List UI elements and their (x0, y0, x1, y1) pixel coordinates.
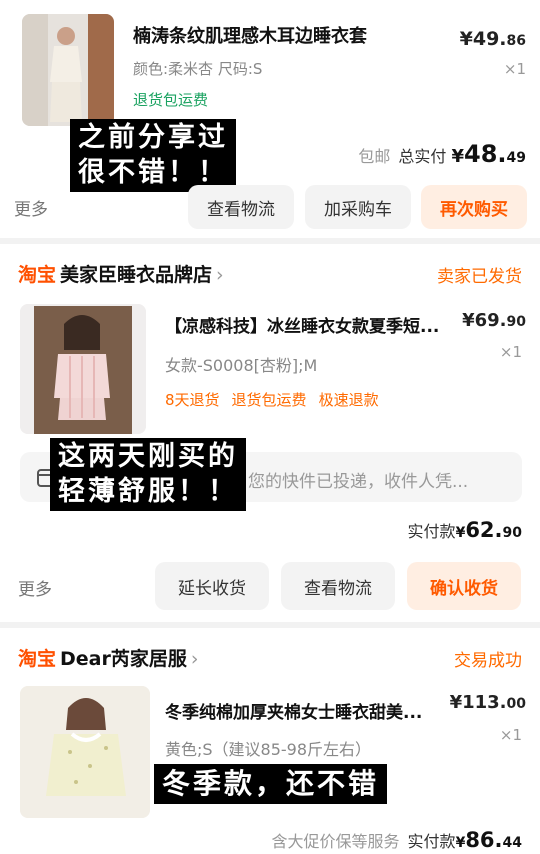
product-image-2[interactable] (20, 304, 146, 434)
product-spec-2: 女款-S0008[杏粉];M (165, 356, 318, 375)
buy-again-button[interactable]: 再次购买 (421, 185, 527, 229)
confirm-receipt-button[interactable]: 确认收货 (407, 562, 521, 610)
caption-overlay-1: 之前分享过 很不错！！ (70, 119, 236, 193)
product-price-1: ¥49.86 (459, 28, 526, 50)
shop-name-2[interactable]: 淘宝 美家臣睡衣品牌店 › (18, 260, 224, 287)
tag-8day-return: 8天退货 (165, 391, 220, 409)
order-total-2: 实付款¥62.90 (407, 518, 522, 542)
more-button-1[interactable]: 更多 (14, 195, 48, 220)
order-status-2: 卖家已发货 (437, 267, 522, 287)
more-button-2[interactable]: 更多 (18, 575, 52, 600)
product-spec-1: 颜色:柔米杏 尺码:S (133, 60, 263, 78)
tag-return-shipping: 退货包运费 (231, 391, 307, 409)
product-title-3[interactable]: 冬季纯棉加厚夹棉女士睡衣甜美... (165, 698, 422, 723)
product-tags-1: 退货包运费 (133, 89, 208, 110)
product-title-2[interactable]: 【凉感科技】冰丝睡衣女款夏季短... (165, 312, 439, 337)
product-price-3: ¥113.00 (449, 692, 526, 713)
product-qty-1: ×1 (503, 60, 526, 78)
tag-fast-refund: 极速退款 (318, 391, 379, 409)
product-spec-3: 黄色;S（建议85-98斤左右） (165, 740, 372, 759)
taobao-label: 淘宝 (18, 648, 57, 670)
order-card-2: 淘宝 美家臣睡衣品牌店 › 卖家已发货 【凉感科技】冰丝睡衣女款夏季短... ¥69… (0, 244, 540, 622)
caption-overlay-2: 这两天刚买的 轻薄舒服！！ (50, 438, 246, 512)
logistics-notice-text: 您的快件已投递，收件人凭... (248, 472, 469, 492)
order-card-3: 淘宝 Dear芮家居服 › 交易成功 冬季纯棉加厚夹棉女士睡衣甜美... ¥113.… (0, 628, 540, 854)
add-to-cart-button[interactable]: 加采购车 (305, 185, 411, 229)
product-qty-3: ×1 (499, 726, 522, 744)
chevron-right-icon: › (216, 264, 224, 286)
view-logistics-button-1[interactable]: 查看物流 (188, 185, 294, 229)
product-image-3[interactable] (20, 686, 150, 818)
order-card-1: 楠涛条纹肌理感木耳边睡衣套 颜色:柔米杏 尺码:S 退货包运费 ¥49.86 ×… (0, 0, 540, 238)
view-logistics-button-2[interactable]: 查看物流 (281, 562, 395, 610)
taobao-label: 淘宝 (18, 264, 57, 286)
order-total-1: 包邮 总实付 ¥48.49 (358, 140, 526, 168)
product-title-1[interactable]: 楠涛条纹肌理感木耳边睡衣套 (133, 22, 367, 48)
product-image-1[interactable] (22, 14, 114, 126)
product-price-2: ¥69.90 (462, 310, 526, 331)
product-qty-2: ×1 (499, 343, 522, 361)
extend-receipt-button[interactable]: 延长收货 (155, 562, 269, 610)
caption-overlay-3: 冬季款，还不错 (154, 764, 388, 804)
order-status-3: 交易成功 (454, 651, 522, 671)
chevron-right-icon: › (190, 648, 199, 670)
tag-return-shipping: 退货包运费 (133, 91, 209, 109)
product-tags-2: 8天退货 退货包运费 极速退款 (165, 389, 391, 410)
shop-name-3[interactable]: 淘宝 Dear芮家居服 › (18, 644, 198, 671)
order-total-3: 含大促价保等服务 实付款¥86.44 (271, 828, 522, 852)
